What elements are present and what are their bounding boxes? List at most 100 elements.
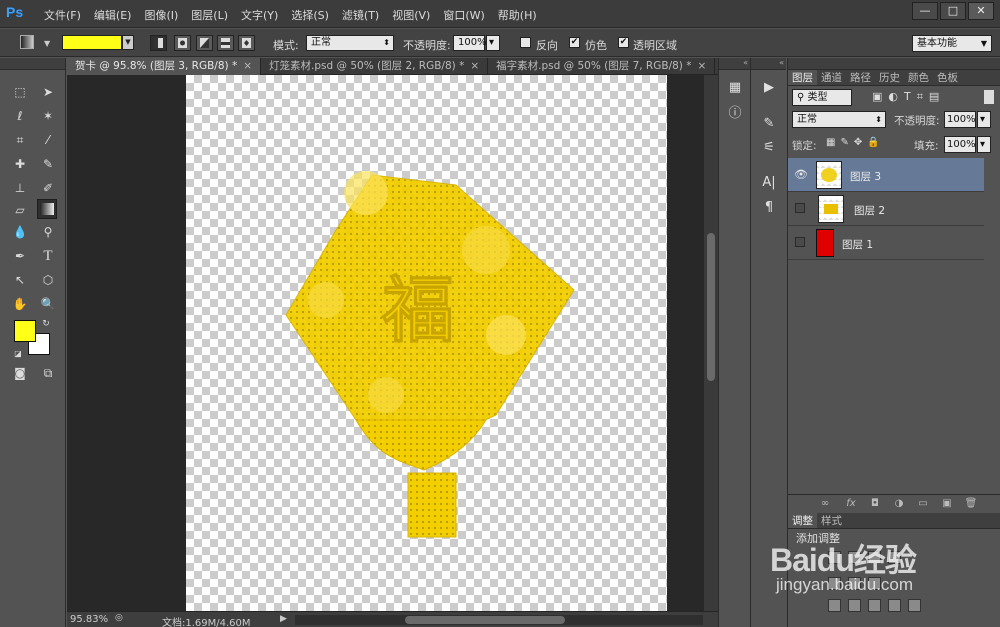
collapse-arrows-icon[interactable]: « (719, 58, 750, 70)
layer-opacity-chevron-icon[interactable]: ▾ (977, 111, 991, 128)
vertical-scrollbar[interactable] (704, 75, 718, 611)
menu-window[interactable]: 窗口(W) (443, 7, 484, 23)
tab-fu-character[interactable]: 福字素材.psd @ 50% (图层 7, RGB/8) * × (488, 58, 716, 75)
brush-presets-icon[interactable]: ✎ (759, 114, 779, 134)
quick-mask-icon[interactable]: ◙ (10, 363, 30, 383)
fill-input[interactable]: 100% (944, 136, 976, 153)
opacity-input[interactable]: 100% (453, 35, 487, 51)
menu-image[interactable]: 图像(I) (144, 7, 178, 23)
gradient-tool-preset-icon[interactable] (20, 35, 34, 49)
layer-row-3[interactable]: 👁 图层 3 (788, 158, 984, 192)
actions-play-icon[interactable]: ▶ (759, 78, 779, 98)
link-layers-icon[interactable]: ∞ (818, 498, 832, 510)
tools-panel-header[interactable] (0, 58, 65, 70)
layer-opacity-input[interactable]: 100% (944, 111, 976, 128)
screen-mode-icon[interactable]: ⧉ (38, 363, 58, 383)
menu-filter[interactable]: 滤镜(T) (342, 7, 379, 23)
tab-heka[interactable]: 贺卡 @ 95.8% (图层 3, RGB/8) * × (67, 58, 262, 75)
minimize-button[interactable]: — (912, 2, 938, 20)
tab-styles[interactable]: 样式 (817, 513, 846, 528)
layer-name[interactable]: 图层 1 (842, 237, 873, 252)
tab-color[interactable]: 颜色 (904, 70, 933, 85)
move-icon[interactable]: ➤ (38, 82, 58, 102)
gradient-preview-swatch[interactable] (62, 35, 122, 50)
dodge-icon[interactable]: ⚲ (38, 222, 58, 242)
swatches-panel-icon[interactable]: ▦ (725, 78, 745, 98)
hand-icon[interactable]: ✋ (10, 294, 30, 314)
vertical-scroll-thumb[interactable] (707, 233, 715, 381)
tab-paths[interactable]: 路径 (846, 70, 875, 85)
diamond-gradient-button[interactable] (238, 35, 255, 51)
close-button[interactable]: ✕ (968, 2, 994, 20)
tab-layers[interactable]: 图层 (788, 70, 817, 85)
gradient-icon[interactable] (37, 199, 57, 219)
menu-edit[interactable]: 编辑(E) (94, 7, 132, 23)
swap-colors-icon[interactable]: ↻ (36, 314, 56, 334)
zoom-icon[interactable]: 🔍 (38, 294, 58, 314)
menu-view[interactable]: 视图(V) (392, 7, 430, 23)
close-icon[interactable]: × (470, 60, 479, 72)
menu-select[interactable]: 选择(S) (291, 7, 329, 23)
lasso-icon[interactable]: ℓ (10, 106, 30, 126)
tab-history[interactable]: 历史 (875, 70, 904, 85)
visibility-toggle[interactable] (795, 237, 805, 247)
linear-gradient-button[interactable] (150, 35, 167, 51)
fx-icon[interactable]: fx (844, 498, 858, 510)
adjustment-layer-icon[interactable]: ◑ (892, 498, 906, 510)
workspace-switcher[interactable]: 基本功能 ▼ (912, 35, 992, 52)
opacity-chevron-icon[interactable]: ▾ (486, 35, 500, 51)
blend-mode-select[interactable]: 正常 ⬍ (792, 111, 886, 128)
maximize-button[interactable]: □ (940, 2, 966, 20)
tab-adjustments[interactable]: 调整 (788, 513, 817, 528)
tab-lantern[interactable]: 灯笼素材.psd @ 50% (图层 2, RGB/8) * × (261, 58, 489, 75)
menu-type[interactable]: 文字(Y) (241, 7, 278, 23)
new-group-icon[interactable]: ▭ (916, 498, 930, 510)
layer-filter-select[interactable]: ⚲ 类型 (792, 89, 852, 106)
reverse-checkbox[interactable] (520, 37, 531, 48)
visibility-toggle[interactable] (795, 203, 805, 213)
dither-checkbox[interactable]: ✔ (569, 37, 580, 48)
crop-icon[interactable]: ⌗ (10, 130, 30, 150)
tab-channels[interactable]: 通道 (817, 70, 846, 85)
angle-gradient-button[interactable] (196, 35, 213, 51)
eraser-icon[interactable]: ▱ (10, 200, 30, 220)
eyedropper-icon[interactable]: ⁄ (38, 130, 58, 150)
paragraph-panel-icon[interactable]: ¶ (759, 198, 779, 218)
layers-panel-header[interactable] (788, 58, 1000, 70)
transparency-checkbox[interactable]: ✔ (618, 37, 629, 48)
layer-name[interactable]: 图层 2 (854, 203, 885, 218)
shape-icon[interactable]: ⬡ (38, 270, 58, 290)
menu-file[interactable]: 文件(F) (44, 7, 81, 23)
menu-layer[interactable]: 图层(L) (191, 7, 228, 23)
pen-icon[interactable]: ✒ (10, 246, 30, 266)
mode-select[interactable]: 正常 ⬍ (306, 35, 394, 51)
layer-mask-icon[interactable]: ◘ (868, 498, 882, 510)
layer-row-2[interactable]: 图层 2 (788, 192, 984, 226)
new-layer-icon[interactable]: ▣ (940, 498, 954, 510)
gradient-picker-chevron-icon[interactable]: ▼ (122, 35, 134, 50)
healing-brush-icon[interactable]: ✚ (10, 154, 30, 174)
brush-icon[interactable]: ✎ (38, 154, 58, 174)
fill-chevron-icon[interactable]: ▾ (977, 136, 991, 153)
preset-chevron-down-icon[interactable]: ▼ (44, 39, 50, 48)
close-icon[interactable]: × (697, 60, 706, 72)
zoom-level[interactable]: 95.83% (70, 614, 108, 625)
tab-swatches[interactable]: 色板 (933, 70, 962, 85)
menu-help[interactable]: 帮助(H) (498, 7, 537, 23)
clone-stamp-icon[interactable]: ⊥ (10, 178, 30, 198)
horizontal-scroll-thumb[interactable] (405, 616, 565, 624)
document-canvas[interactable]: 福 (186, 75, 667, 611)
foreground-color-swatch[interactable] (14, 320, 36, 342)
character-panel-icon[interactable]: A| (759, 173, 779, 193)
trash-icon[interactable]: 🗑 (964, 498, 978, 510)
eye-icon[interactable]: 👁 (794, 169, 808, 181)
status-menu-arrow-icon[interactable]: ▶ (280, 614, 287, 624)
blur-icon[interactable]: 💧 (10, 222, 30, 242)
horizontal-scrollbar[interactable] (295, 615, 703, 625)
reflected-gradient-button[interactable] (217, 35, 234, 51)
marquee-icon[interactable]: ⬚ (10, 82, 30, 102)
filter-toggle-icon[interactable] (984, 90, 994, 104)
history-brush-icon[interactable]: ✐ (38, 178, 58, 198)
tool-presets-icon[interactable]: ⚟ (759, 138, 779, 158)
default-colors-icon[interactable]: ◪ (8, 344, 28, 364)
